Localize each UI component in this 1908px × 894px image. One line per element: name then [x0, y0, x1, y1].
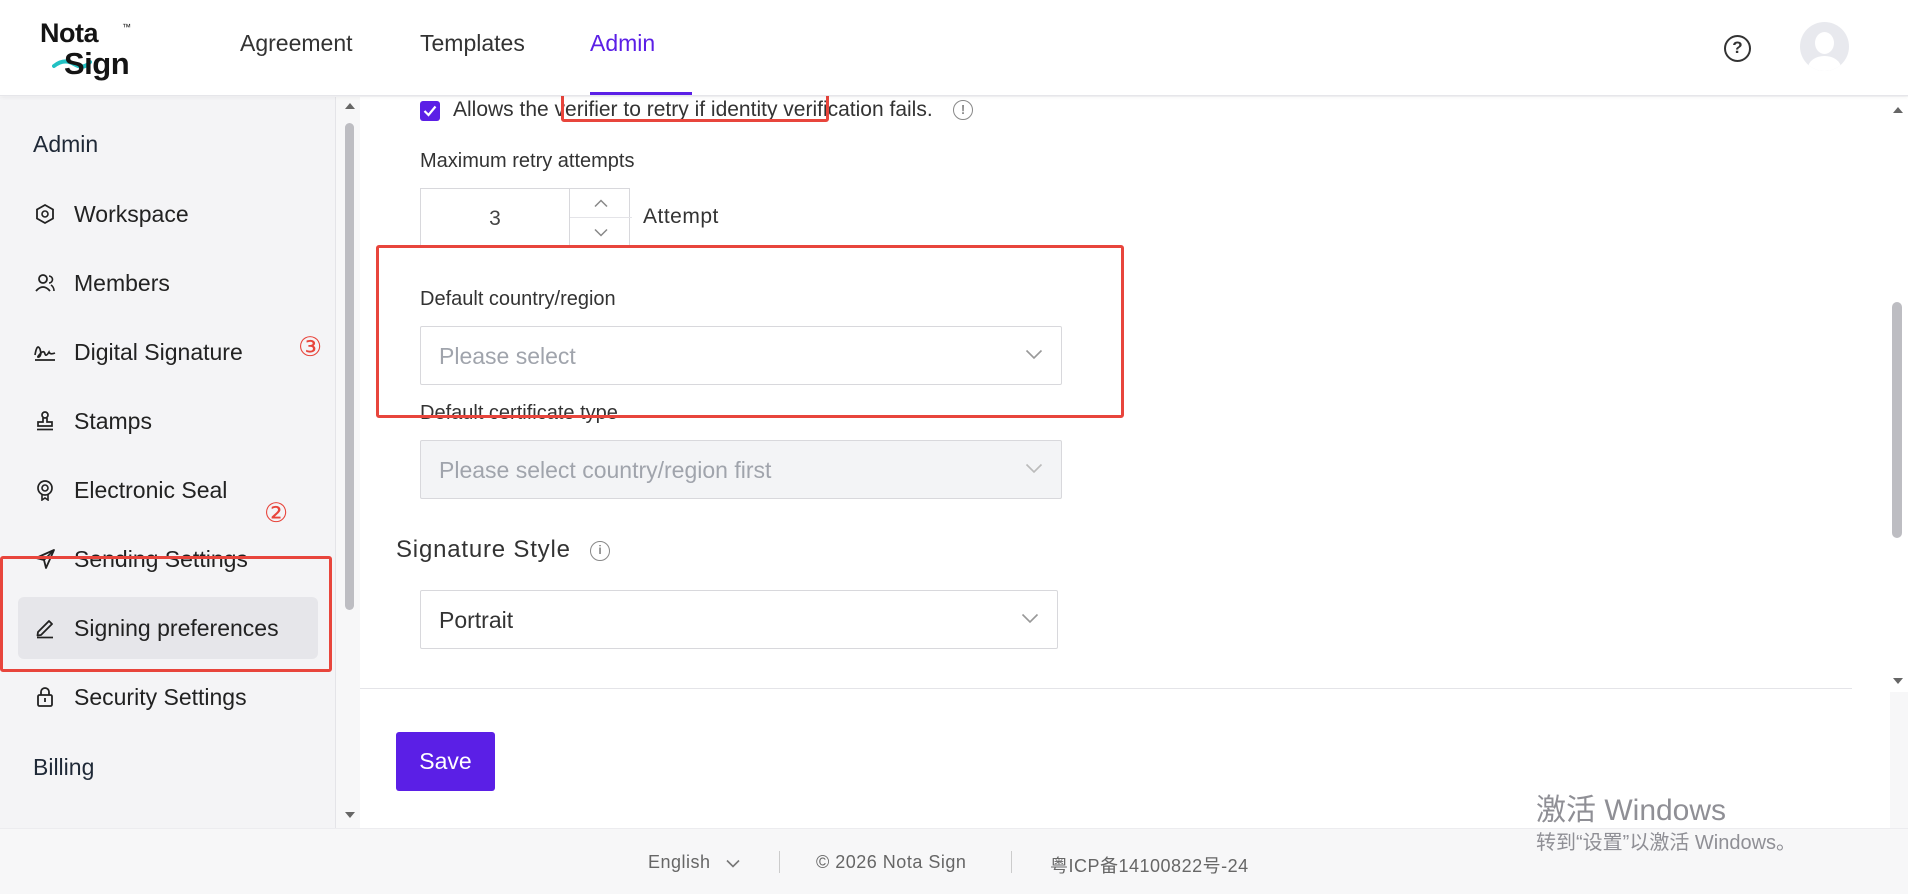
scroll-up-arrow-icon[interactable] — [1893, 107, 1903, 113]
sidebar-scroll-thumb[interactable] — [345, 123, 354, 610]
language-selector[interactable]: English — [648, 852, 740, 873]
chevron-down-icon — [1025, 349, 1043, 360]
send-icon — [32, 546, 58, 572]
windows-activation-title: 激活 Windows — [1536, 794, 1727, 827]
sidebar-item-label: Electronic Seal — [74, 476, 228, 503]
sidebar-section-admin: Admin — [33, 131, 99, 157]
icp-license-link[interactable]: 粤ICP备14100822号-24 — [1050, 852, 1249, 878]
retry-info-icon[interactable]: ! — [953, 100, 973, 120]
default-certificate-select[interactable]: Please select country/region first — [420, 440, 1062, 499]
stamp-icon — [32, 408, 58, 434]
signature-icon — [32, 339, 58, 365]
annotation-marker-3: ③ — [298, 332, 323, 362]
scroll-up-arrow-icon[interactable] — [345, 103, 355, 109]
tab-agreement[interactable]: Agreement — [240, 30, 353, 57]
sidebar-item-label: Signing preferences — [74, 614, 279, 641]
sidebar-item-label: Sending Settings — [74, 545, 248, 572]
admin-sidebar: Admin Workspace Members Digital Signatur… — [0, 97, 336, 828]
nota-sign-logo[interactable]: Nota ™ Sign — [38, 16, 148, 81]
signature-style-info-icon[interactable]: i — [590, 541, 610, 561]
stepper-increment-button[interactable] — [570, 189, 632, 218]
main-scroll-thumb[interactable] — [1892, 302, 1902, 538]
save-button[interactable]: Save — [396, 732, 495, 791]
tab-templates[interactable]: Templates — [420, 30, 525, 57]
sidebar-item-security-settings[interactable]: Security Settings — [18, 666, 318, 728]
active-tab-indicator — [590, 92, 692, 95]
signature-style-value: Portrait — [439, 607, 514, 633]
members-icon — [32, 270, 58, 296]
sidebar-item-label: Digital Signature — [74, 338, 243, 365]
stepper-decrement-button[interactable] — [570, 218, 632, 247]
scroll-down-arrow-icon[interactable] — [1893, 678, 1903, 684]
scroll-down-arrow-icon[interactable] — [345, 812, 355, 818]
chevron-down-icon — [594, 228, 608, 237]
language-label: English — [648, 852, 711, 872]
pen-icon — [32, 615, 58, 641]
top-navigation-bar: Nota ™ Sign Agreement Templates Admin ? — [0, 0, 1908, 96]
sidebar-item-stamps[interactable]: Stamps — [18, 390, 318, 452]
max-retry-value[interactable]: 3 — [421, 207, 569, 231]
retry-verification-checkbox[interactable] — [420, 101, 440, 121]
sidebar-item-label: Security Settings — [74, 683, 247, 710]
annotation-marker-2: ② — [264, 498, 289, 528]
seal-icon — [32, 477, 58, 503]
content-divider — [360, 688, 1852, 689]
chevron-down-icon — [1021, 613, 1039, 624]
sidebar-item-sending-settings[interactable]: Sending Settings — [18, 528, 318, 590]
sidebar-section-billing: Billing — [33, 754, 95, 780]
avatar-body-shape — [1808, 56, 1841, 71]
help-icon[interactable]: ? — [1724, 35, 1751, 62]
default-country-select[interactable]: Please select — [420, 326, 1062, 385]
sidebar-item-label: Workspace — [74, 200, 189, 227]
main-scrollbar[interactable] — [1888, 97, 1908, 692]
sidebar-item-workspace[interactable]: Workspace — [18, 183, 318, 245]
max-retry-stepper[interactable]: 3 — [420, 188, 632, 247]
logo-text-nota: Nota — [40, 18, 99, 48]
chevron-down-icon — [1025, 463, 1043, 474]
footer-separator — [779, 851, 780, 873]
sidebar-item-signing-preferences[interactable]: Signing preferences — [18, 597, 318, 659]
sidebar-item-members[interactable]: Members — [18, 252, 318, 314]
max-retry-unit: Attempt — [643, 205, 719, 228]
tab-admin[interactable]: Admin — [590, 30, 655, 57]
sidebar-item-label: Members — [74, 269, 170, 296]
logo-trademark: ™ — [122, 22, 131, 32]
checkmark-icon — [423, 105, 437, 117]
logo-text-sign: Sign — [64, 46, 130, 81]
chevron-down-icon — [726, 859, 740, 868]
lock-icon — [32, 684, 58, 710]
windows-activation-subtitle: 转到“设置”以激活 Windows。 — [1536, 832, 1797, 854]
copyright-text: © 2026 Nota Sign — [816, 852, 967, 872]
stepper-controls — [569, 189, 632, 247]
default-country-placeholder: Please select — [439, 343, 576, 369]
sidebar-item-label: Stamps — [74, 407, 152, 434]
default-certificate-label: Default certificate type — [420, 402, 618, 424]
signature-style-title: Signature Style — [396, 536, 571, 563]
default-certificate-placeholder: Please select country/region first — [439, 457, 772, 483]
workspace-icon — [32, 201, 58, 227]
chevron-up-icon — [594, 198, 608, 207]
sidebar-item-digital-signature[interactable]: Digital Signature — [18, 321, 318, 383]
retry-verification-label: Allows the verifier to retry if identity… — [453, 98, 933, 121]
footer-separator — [1011, 851, 1012, 873]
default-country-label: Default country/region — [420, 288, 616, 310]
max-retry-label: Maximum retry attempts — [420, 150, 635, 172]
signature-style-select[interactable]: Portrait — [420, 590, 1058, 649]
user-avatar[interactable] — [1800, 22, 1849, 71]
avatar-head-shape — [1815, 32, 1834, 54]
sidebar-scrollbar[interactable] — [342, 97, 358, 828]
